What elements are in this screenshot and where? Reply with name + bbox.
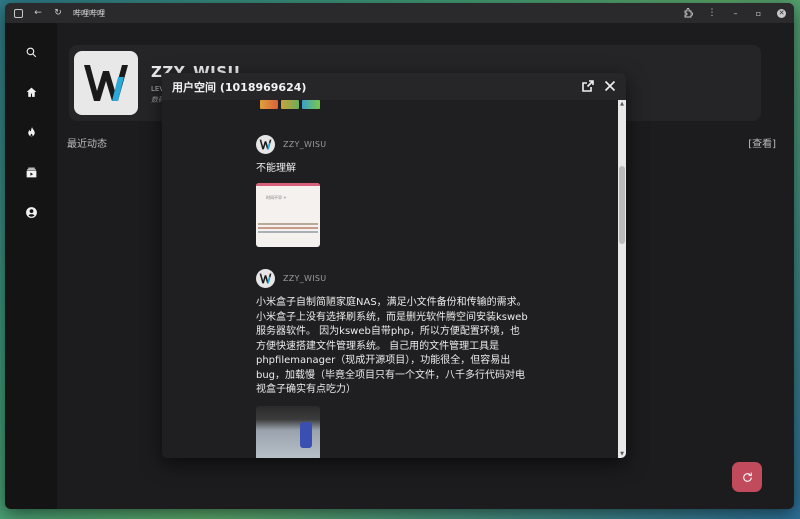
extension-icon[interactable] (683, 8, 693, 18)
nav-home[interactable] (20, 81, 42, 103)
post-item: ZZY_WISU 不能理解 时间不早 + (256, 135, 528, 247)
modal-body: ZZY_WISU 不能理解 时间不早 + ZZY_WISU 小米盒子自制简陋家庭… (162, 100, 618, 458)
user-space-modal: 用户空间 (1018969624) ZZY_WISU 不能理解 时间不早 + Z… (162, 73, 626, 458)
account-icon (25, 206, 37, 218)
post-image[interactable] (281, 100, 299, 109)
window-title: 哔哩哔哩 (73, 8, 105, 18)
left-nav (5, 23, 57, 509)
view-link[interactable]: [查看] (748, 135, 776, 150)
scroll-thumb[interactable] (619, 166, 625, 244)
modal-title: 用户空间 (1018969624) (172, 80, 307, 94)
post-image[interactable] (302, 100, 320, 109)
close-icon (604, 80, 616, 92)
home-icon (26, 87, 36, 97)
nav-hot[interactable] (20, 121, 42, 143)
title-bar: ← ↻ 哔哩哔哩 ⋮ – ▫ ✕ (5, 3, 794, 23)
reload-icon[interactable]: ↻ (53, 8, 63, 18)
avatar[interactable] (256, 135, 275, 154)
more-menu-icon[interactable]: ⋮ (707, 8, 717, 18)
minimize-button[interactable]: – (731, 9, 740, 18)
previous-post-images (260, 100, 320, 109)
close-modal-button[interactable] (604, 77, 616, 96)
avatar[interactable] (74, 51, 138, 115)
open-external-button[interactable] (582, 77, 594, 96)
post-image-caption: 时间不早 + (266, 194, 287, 200)
modal-scrollbar[interactable]: ▲ ▼ (618, 100, 626, 458)
recent-activity-label: 最近动态 (67, 139, 107, 150)
avatar[interactable] (256, 269, 275, 288)
post-item: ZZY_WISU 小米盒子自制简陋家庭NAS，满足小文件备份和传输的需求。 小米… (256, 269, 528, 458)
subscriptions-icon (26, 167, 36, 177)
back-arrow-icon[interactable]: ← (33, 8, 43, 18)
post-user: ZZY_WISU (256, 135, 528, 154)
close-window-button[interactable]: ✕ (777, 8, 786, 18)
search-icon (26, 47, 36, 57)
post-username[interactable]: ZZY_WISU (283, 140, 326, 149)
refresh-icon (742, 472, 752, 482)
post-image[interactable]: 时间不早 + (256, 182, 320, 247)
modal-header: 用户空间 (1018969624) (162, 73, 626, 100)
post-text: 不能理解 (256, 163, 296, 174)
wisu-logo-icon (259, 139, 272, 150)
maximize-button[interactable]: ▫ (754, 9, 763, 18)
scroll-down-arrow[interactable]: ▼ (618, 450, 626, 458)
scroll-up-arrow[interactable]: ▲ (618, 100, 626, 108)
post-text: 小米盒子自制简陋家庭NAS，满足小文件备份和传输的需求。 小米盒子上没有选择刷系… (256, 297, 528, 395)
nav-subscriptions[interactable] (20, 161, 42, 183)
refresh-button[interactable] (732, 462, 762, 492)
nav-search[interactable] (20, 41, 42, 63)
fire-icon (27, 126, 35, 137)
post-image[interactable] (256, 405, 320, 458)
nav-account[interactable] (20, 201, 42, 223)
post-image[interactable] (260, 100, 278, 109)
open-external-icon (582, 80, 594, 92)
post-username[interactable]: ZZY_WISU (283, 274, 326, 283)
post-user: ZZY_WISU (256, 269, 528, 288)
app-icon (13, 8, 23, 18)
wisu-logo-icon (259, 273, 272, 284)
wisu-logo-icon (84, 65, 128, 101)
